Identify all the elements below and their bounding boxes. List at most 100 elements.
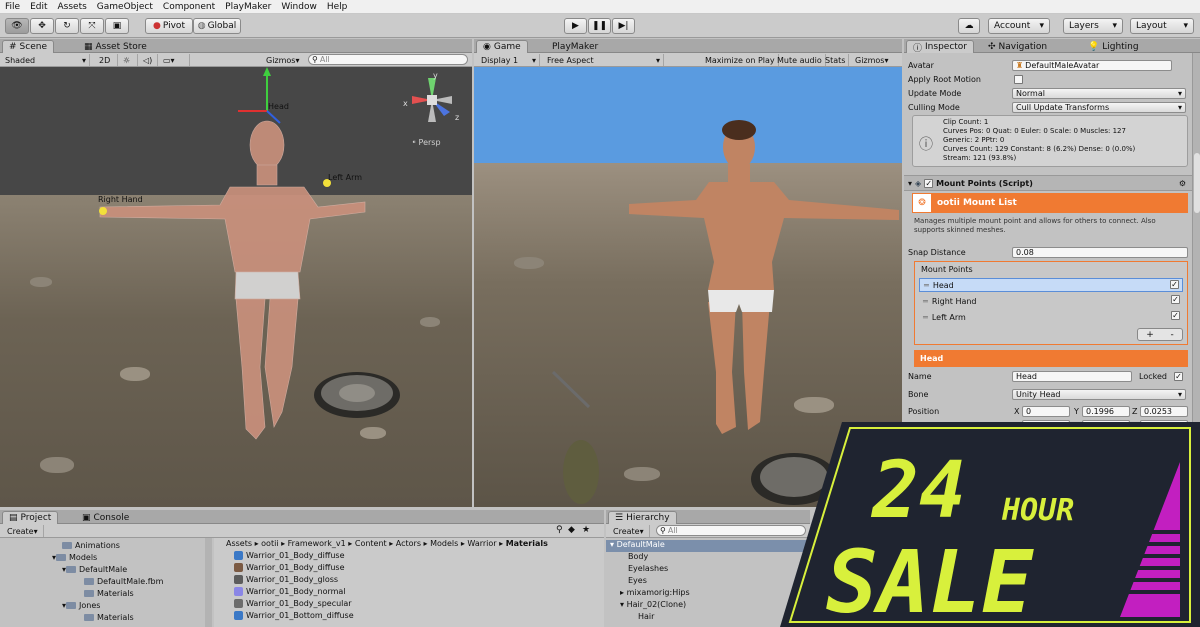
drag-handle-icon[interactable]: ═ [923,313,928,322]
layers-dropdown[interactable]: Layers ▾ [1063,18,1123,34]
mode-2d-toggle[interactable]: 2D [96,54,118,66]
breadcrumb-item[interactable]: Content [355,539,387,548]
menu-assets[interactable]: Assets [58,2,87,12]
mount-point-item[interactable]: ═ Left Arm ✓ [919,310,1183,324]
menu-edit[interactable]: Edit [30,2,47,12]
tab-console[interactable]: ▣ Console [76,511,135,524]
asset-item[interactable]: Warrior_01_Body_normal [234,587,354,599]
display-dropdown[interactable]: Display 1 ▾ [478,54,540,66]
remove-mount-button[interactable]: - [1170,330,1173,340]
cloud-button[interactable]: ☁ [958,18,980,34]
mount-point-item[interactable]: ═ Head ✓ [919,278,1183,292]
asset-item[interactable]: Warrior_01_Body_diffuse [234,551,354,563]
menu-file[interactable]: File [5,2,20,12]
menu-component[interactable]: Component [163,2,215,12]
hand-tool-button[interactable]: 👁 [5,18,29,34]
tree-item[interactable]: Materials [84,589,134,598]
drag-handle-icon[interactable]: ═ [924,281,929,290]
tab-inspector[interactable]: ⓘ Inspector [906,40,974,54]
update-mode-dropdown[interactable]: Normal ▾ [1012,87,1186,99]
avatar-field[interactable]: ♜ DefaultMaleAvatar [1012,59,1172,71]
scene-search-input[interactable]: ⚲ All [308,54,468,65]
tree-item[interactable]: DefaultMale.fbm [84,577,163,586]
projection-label[interactable]: ⁌ Persp [412,138,441,147]
maximize-on-play-toggle[interactable]: Maximize on Play [702,54,779,66]
tree-item[interactable]: Materials [84,613,134,622]
hierarchy-create-button[interactable]: Create ▾ [610,525,650,537]
scroll-thumb[interactable] [1194,153,1200,213]
scene-gizmos-dropdown[interactable]: Gizmos ▾ [263,54,305,66]
mute-audio-toggle[interactable]: Mute audio [774,54,826,66]
tab-scene[interactable]: # Scene [2,40,54,53]
stats-toggle[interactable]: Stats [822,54,850,66]
lighting-toggle[interactable]: ☼ [120,54,138,66]
breadcrumb-item[interactable]: ootii [261,539,278,548]
asset-item[interactable]: Warrior_01_Body_diffuse [234,563,354,575]
tree-scrollbar[interactable] [205,538,212,627]
tab-lighting[interactable]: 💡 Lighting [1082,40,1145,53]
pivot-button[interactable]: ● Pivot [145,18,193,34]
breadcrumb-item[interactable]: Assets [226,539,252,548]
tab-project[interactable]: ▤ Project [2,511,59,524]
asset-item[interactable]: Warrior_01_Body_specular [234,599,354,611]
filter-icon[interactable]: ⚲ [556,525,563,535]
project-create-button[interactable]: Create ▾ [4,525,44,537]
component-enabled-checkbox[interactable]: ✓ [924,178,934,188]
layout-dropdown[interactable]: Layout ▾ [1130,18,1194,34]
scale-tool-button[interactable]: ⤧ [80,18,104,34]
rotate-tool-button[interactable]: ↻ [55,18,79,34]
snap-distance-input[interactable]: 0.08 [1012,246,1188,258]
drag-handle-icon[interactable]: ═ [923,297,928,306]
locked-checkbox[interactable]: ✓ [1174,372,1183,381]
breadcrumb-item[interactable]: Warrior [467,539,496,548]
tab-game[interactable]: ◉ Game [476,40,528,53]
global-button[interactable]: ◍ Global [193,18,241,34]
aspect-dropdown[interactable]: Free Aspect ▾ [544,54,664,66]
account-dropdown[interactable]: Account ▾ [988,18,1050,34]
asset-item[interactable]: Warrior_01_Body_gloss [234,575,354,587]
audio-toggle[interactable]: ◁) [140,54,158,66]
tab-navigation[interactable]: ✣ Navigation [982,40,1053,53]
move-tool-button[interactable]: ✥ [30,18,54,34]
gear-icon[interactable]: ⚙ [1179,179,1186,188]
pos-z-input[interactable]: 0.0253 [1140,405,1188,417]
menu-gameobject[interactable]: GameObject [97,2,153,12]
star-icon[interactable]: ★ [582,525,590,535]
tab-asset-store[interactable]: ▦ Asset Store [78,40,153,53]
effects-dropdown[interactable]: ▭▾ [160,54,190,66]
breadcrumb-item[interactable]: Framework_v1 [288,539,346,548]
tree-item[interactable]: ▾ Jones [62,601,100,610]
tree-item[interactable]: ▾ Models [52,553,97,562]
scene-view[interactable]: Head Left Arm Right Hand y x z ⁌ Persp [0,67,472,507]
tab-hierarchy[interactable]: ☰ Hierarchy [608,511,677,524]
tree-item[interactable]: ▾ DefaultMale [62,565,127,574]
name-input[interactable]: Head [1012,370,1132,382]
pos-y-input[interactable]: 0.1996 [1082,405,1130,417]
menu-playmaker[interactable]: PlayMaker [225,2,271,12]
culling-mode-dropdown[interactable]: Cull Update Transforms ▾ [1012,101,1186,113]
breadcrumb-item[interactable]: Actors [396,539,421,548]
rect-tool-button[interactable]: ▣ [105,18,129,34]
breadcrumb-item[interactable]: Models [430,539,458,548]
mount-point-checkbox[interactable]: ✓ [1171,311,1180,320]
asset-item[interactable]: Warrior_01_Bottom_diffuse [234,611,354,623]
mount-point-checkbox[interactable]: ✓ [1171,295,1180,304]
breadcrumb-current[interactable]: Materials [506,539,548,548]
mount-points-component-header[interactable]: ▾ ◈ ✓ Mount Points (Script) ⚙ [904,175,1192,191]
menu-window[interactable]: Window [281,2,317,12]
step-button[interactable]: ▶| [612,18,635,34]
shading-dropdown[interactable]: Shaded ▾ [2,54,90,66]
label-icon[interactable]: ◆ [568,525,575,535]
tab-playmaker[interactable]: PlayMaker [546,40,604,53]
bone-dropdown[interactable]: Unity Head ▾ [1012,388,1186,400]
pos-x-input[interactable]: 0 [1022,405,1070,417]
mount-point-item[interactable]: ═ Right Hand ✓ [919,294,1183,308]
tree-item[interactable]: Animations [62,541,120,550]
pause-button[interactable]: ❚❚ [588,18,611,34]
add-mount-button[interactable]: + [1146,330,1154,340]
mount-point-checkbox[interactable]: ✓ [1170,280,1179,289]
game-gizmos-dropdown[interactable]: Gizmos ▾ [852,54,892,66]
root-motion-checkbox[interactable] [1014,75,1023,84]
play-button[interactable]: ▶ [564,18,587,34]
menu-help[interactable]: Help [327,2,348,12]
